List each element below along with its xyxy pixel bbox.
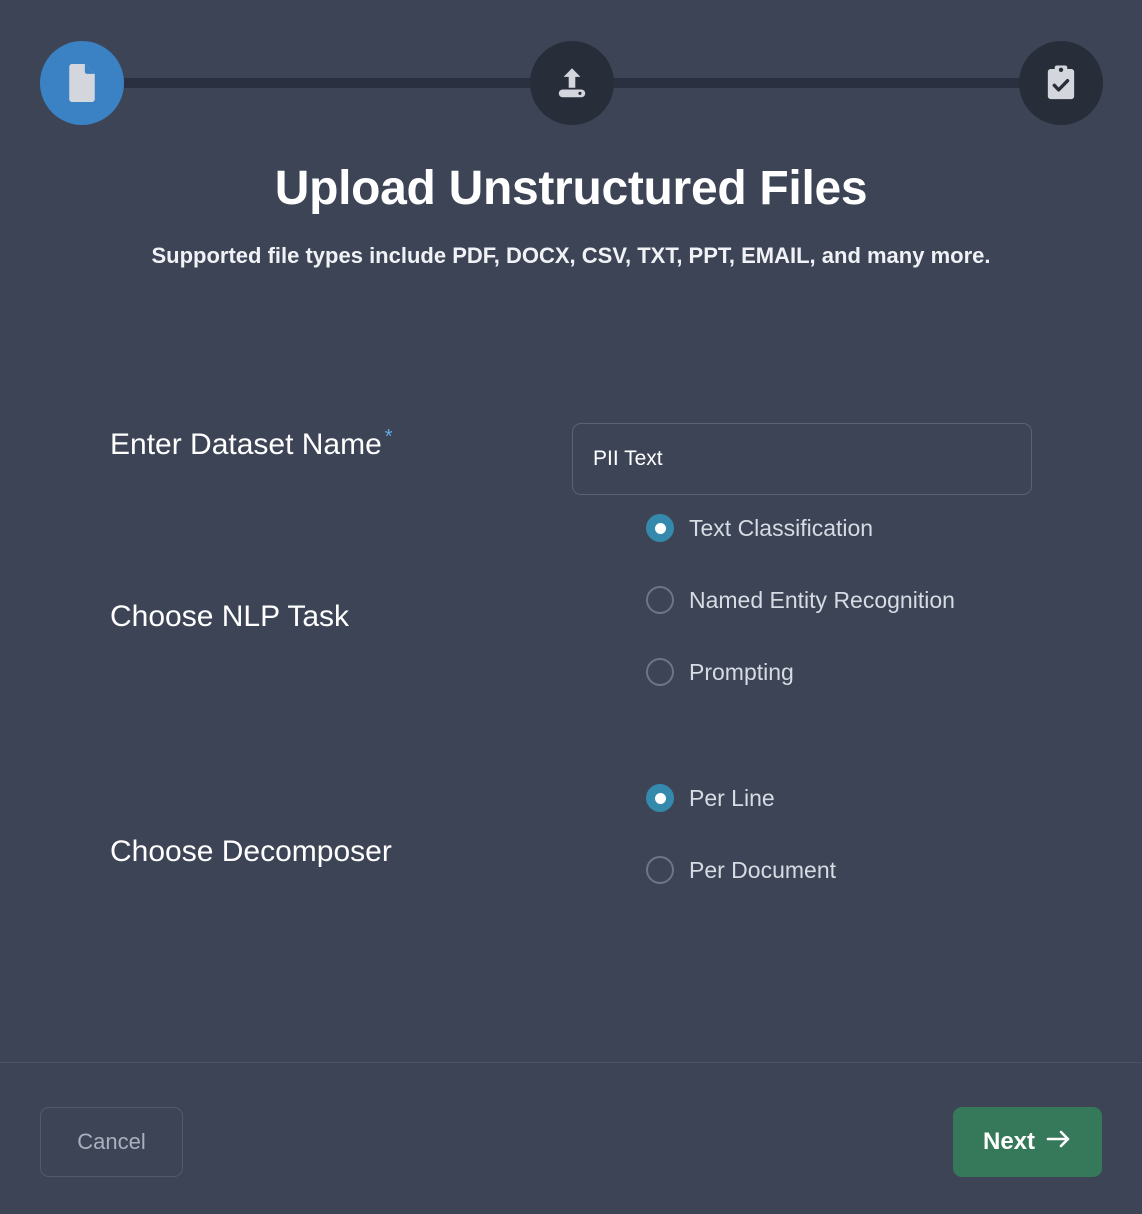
- stepper-step-3[interactable]: [1019, 41, 1103, 125]
- dataset-name-label: Enter Dataset Name *: [110, 426, 393, 462]
- upload-wizard-dialog: Upload Unstructured Files Supported file…: [0, 0, 1142, 1214]
- radio-mark-unselected[interactable]: [646, 658, 674, 686]
- document-icon: [65, 63, 99, 103]
- dataset-name-label-text: Enter Dataset Name: [110, 428, 382, 461]
- radio-label: Per Document: [689, 856, 837, 883]
- radio-option-named-entity-recognition[interactable]: Named Entity Recognition: [646, 582, 955, 618]
- radio-label: Prompting: [689, 658, 794, 685]
- radio-option-text-classification[interactable]: Text Classification: [646, 510, 955, 546]
- next-button[interactable]: Next: [953, 1107, 1102, 1177]
- wizard-stepper: [0, 0, 1142, 166]
- radio-label: Per Line: [689, 784, 775, 811]
- dataset-name-input[interactable]: [572, 423, 1032, 495]
- nlp-task-radio-group: Text Classification Named Entity Recogni…: [646, 510, 955, 690]
- radio-label: Named Entity Recognition: [689, 586, 955, 613]
- upload-form: Enter Dataset Name* Choose NLP Task Text…: [0, 330, 1142, 1030]
- footer-divider: [0, 1062, 1142, 1063]
- page-subtitle: Supported file types include PDF, DOCX, …: [151, 243, 991, 268]
- decomposer-radio-group: Per Line Per Document: [646, 780, 836, 888]
- radio-option-per-document[interactable]: Per Document: [646, 852, 836, 888]
- radio-option-per-line[interactable]: Per Line: [646, 780, 836, 816]
- radio-mark-unselected[interactable]: [646, 856, 674, 884]
- stepper-step-1[interactable]: [40, 41, 124, 125]
- nlp-task-label: Choose NLP Task: [110, 600, 350, 633]
- dataset-name-row: Enter Dataset Name *: [110, 378, 1040, 495]
- radio-option-prompting[interactable]: Prompting: [646, 654, 955, 690]
- required-asterisk: *: [384, 426, 393, 448]
- clipboard-check-icon: [1044, 64, 1078, 102]
- radio-mark-selected[interactable]: [646, 514, 674, 542]
- page-title: Upload Unstructured Files: [274, 162, 868, 215]
- decomposer-label: Choose Decomposer: [110, 835, 392, 868]
- upload-icon: [554, 65, 590, 101]
- nlp-task-row: Choose NLP Task Text Classification Name…: [110, 510, 1040, 730]
- stepper-step-2[interactable]: [530, 41, 614, 125]
- arrow-right-icon: [1046, 1128, 1072, 1156]
- cancel-button[interactable]: Cancel: [40, 1107, 183, 1177]
- decomposer-row: Choose Decomposer Per Line Per Document: [110, 780, 1040, 930]
- next-button-label: Next: [982, 1128, 1036, 1155]
- radio-label: Text Classification: [689, 514, 874, 541]
- radio-mark-unselected[interactable]: [646, 586, 674, 614]
- radio-mark-selected[interactable]: [646, 784, 674, 812]
